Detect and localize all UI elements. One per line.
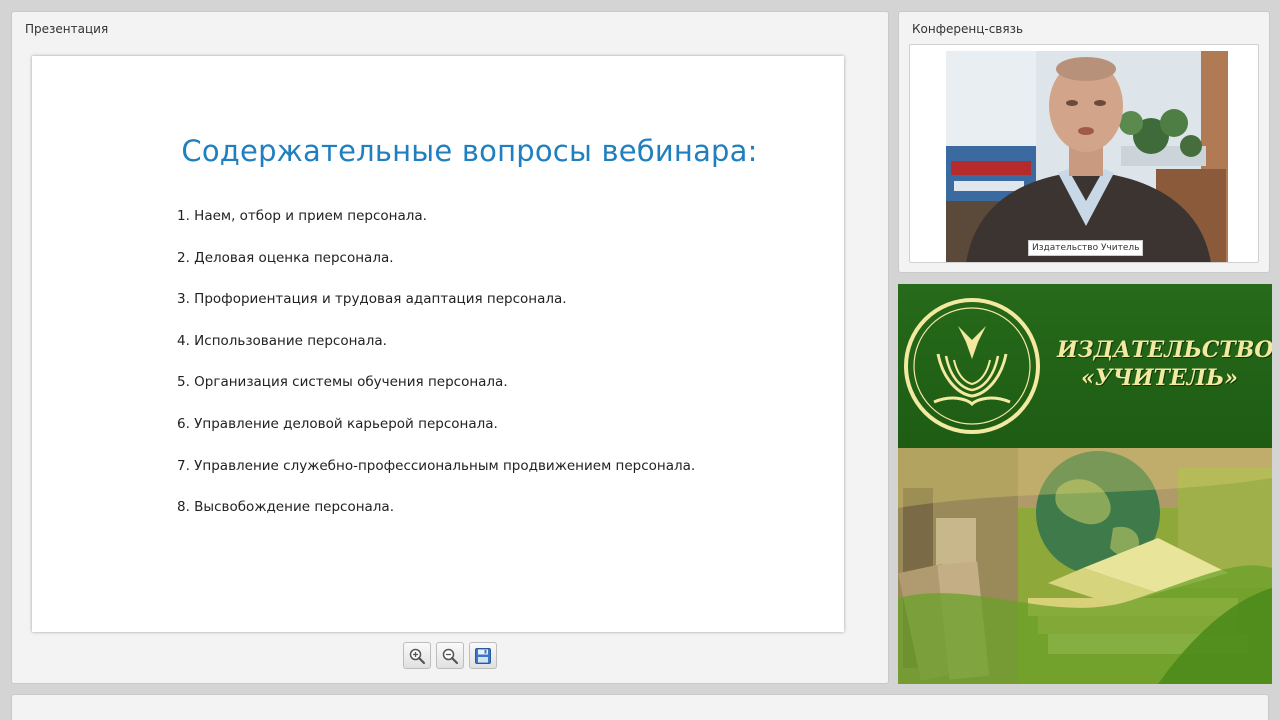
publisher-name: ИЗДАТЕЛЬСТВО «УЧИТЕЛЬ» (1057, 336, 1272, 392)
bottom-panel (11, 694, 1269, 720)
presentation-slide: Содержательные вопросы вебинара: 1. Наем… (32, 56, 844, 632)
conference-panel: Конференц-связь Издательство Учитель (898, 11, 1270, 273)
presentation-toolbar (403, 642, 497, 669)
zoom-out-icon (442, 648, 459, 664)
presenter-video-image (946, 51, 1228, 262)
slide-topic-item: 7. Управление служебно-профессиональным … (177, 457, 696, 474)
zoom-in-button[interactable] (403, 642, 431, 669)
slide-topic-item: 2. Деловая оценка персонала. (177, 249, 394, 266)
publisher-banner-header: ИЗДАТЕЛЬСТВО «УЧИТЕЛЬ» (898, 284, 1272, 448)
conference-panel-title: Конференц-связь (912, 22, 1024, 36)
slide-title: Содержательные вопросы вебинара: (181, 134, 758, 168)
publisher-banner: ИЗДАТЕЛЬСТВО «УЧИТЕЛЬ» (898, 284, 1272, 684)
slide-topic-item: 1. Наем, отбор и прием персонала. (177, 208, 427, 224)
zoom-in-icon (409, 648, 426, 664)
books-and-globe-image (898, 448, 1272, 684)
video-window[interactable]: Издательство Учитель (909, 44, 1259, 263)
floppy-disk-icon (475, 647, 491, 664)
slide-topic-item: 6. Управление деловой карьерой персонала… (177, 415, 498, 432)
slide-topic-list: 1. Наем, отбор и прием персонала. 2. Дел… (177, 208, 695, 541)
publisher-name-line1: ИЗДАТЕЛЬСТВО (1057, 337, 1272, 363)
save-button[interactable] (469, 642, 497, 669)
presentation-panel: Презентация Содержательные вопросы вебин… (11, 11, 889, 684)
zoom-out-button[interactable] (436, 642, 464, 669)
slide-topic-item: 3. Профориентация и трудовая адаптация п… (177, 291, 567, 308)
publisher-banner-illustration (898, 448, 1272, 684)
presentation-panel-title: Презентация (25, 22, 109, 36)
slide-topic-item: 5. Организация системы обучения персонал… (177, 374, 508, 391)
video-feed (946, 51, 1228, 262)
publisher-logo-icon (904, 298, 1040, 434)
publisher-name-line2: «УЧИТЕЛЬ» (1081, 365, 1238, 391)
slide-topic-item: 8. Высвобождение персонала. (177, 499, 394, 516)
slide-topic-item: 4. Использование персонала. (177, 332, 387, 349)
video-caption: Издательство Учитель (1028, 240, 1144, 256)
